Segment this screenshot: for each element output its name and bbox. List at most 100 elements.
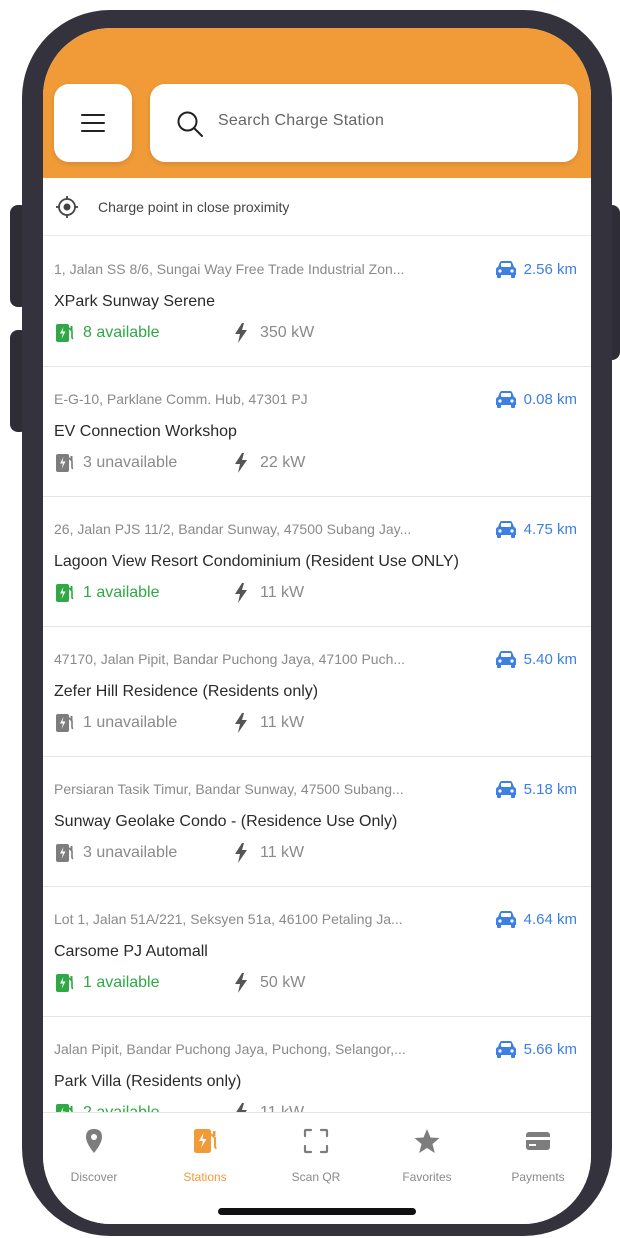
station-distance: 2.56 km (494, 259, 577, 279)
tab-payments[interactable]: Payments (483, 1113, 591, 1193)
station-distance: 4.64 km (494, 909, 577, 929)
station-address: Jalan Pipit, Bandar Puchong Jaya, Puchon… (54, 1041, 406, 1057)
proximity-label: Charge point in close proximity (98, 199, 290, 215)
app-screen: Search Charge Station Charge point in cl… (43, 28, 591, 1224)
station-name: EV Connection Workshop (54, 423, 237, 440)
station-list-item[interactable]: E-G-10, Parklane Comm. Hub, 47301 PJ 0.0… (43, 367, 591, 497)
car-icon (495, 261, 516, 278)
power-value: 22 kW (260, 454, 306, 471)
location-target-icon (56, 196, 78, 218)
station-distance: 5.18 km (494, 779, 577, 799)
app-header: Search Charge Station (43, 28, 591, 178)
bolt-icon (235, 973, 247, 993)
charger-icon (56, 324, 74, 342)
availability-label: 1 unavailable (83, 714, 178, 731)
station-distance: 4.75 km (494, 519, 577, 539)
power-value: 50 kW (260, 974, 306, 991)
tab-label: Favorites (402, 1170, 452, 1184)
distance-value: 4.64 km (523, 910, 577, 928)
availability-status: 1 unavailable (55, 713, 177, 733)
availability-status: 3 unavailable (55, 843, 177, 863)
station-list[interactable]: 1, Jalan SS 8/6, Sungai Way Free Trade I… (43, 237, 591, 1112)
car-icon (495, 391, 516, 408)
car-icon (495, 651, 516, 668)
availability-status: 1 available (55, 583, 160, 603)
station-address: 1, Jalan SS 8/6, Sungai Way Free Trade I… (54, 261, 405, 277)
station-list-item[interactable]: 1, Jalan SS 8/6, Sungai Way Free Trade I… (43, 237, 591, 367)
tab-favorites[interactable]: Favorites (372, 1113, 482, 1193)
station-name: Zefer Hill Residence (Residents only) (54, 683, 319, 700)
distance-value: 4.75 km (523, 520, 577, 538)
power-value: 11 kW (260, 714, 305, 731)
power-value: 350 kW (260, 324, 315, 341)
station-distance: 5.40 km (494, 649, 577, 669)
charger-icon (56, 714, 74, 732)
distance-value: 0.08 km (523, 390, 577, 408)
availability-label: 3 unavailable (83, 454, 178, 471)
power-rating: 11 kW (234, 583, 304, 603)
bolt-icon (235, 583, 247, 603)
station-address: Lot 1, Jalan 51A/221, Seksyen 51a, 46100… (54, 911, 403, 927)
availability-status: 8 available (55, 323, 160, 343)
bolt-icon (236, 1103, 247, 1112)
availability-label: 1 available (83, 584, 160, 601)
distance-value: 2.56 km (523, 260, 577, 278)
menu-icon-line (81, 130, 105, 132)
tab-label: Discover (70, 1170, 118, 1184)
tab-label: Scan QR (291, 1170, 341, 1184)
bolt-icon (235, 713, 247, 733)
search-input[interactable]: Search Charge Station (150, 84, 578, 162)
charger-icon (56, 584, 74, 602)
station-distance: 5.66 km (494, 1039, 577, 1059)
star-icon (414, 1129, 440, 1153)
bolt-icon (235, 843, 247, 863)
car-icon (495, 1041, 516, 1058)
tab-discover[interactable]: Discover (43, 1113, 149, 1193)
station-list-item[interactable]: Lot 1, Jalan 51A/221, Seksyen 51a, 46100… (43, 887, 591, 1017)
menu-button[interactable] (54, 84, 132, 162)
power-rating: 22 kW (234, 453, 305, 473)
bottom-tab-bar: Discover Stations Scan QR Favorites Paym… (43, 1112, 591, 1224)
station-address: 26, Jalan PJS 11/2, Bandar Sunway, 47500… (54, 521, 412, 537)
distance-value: 5.66 km (523, 1040, 577, 1058)
home-indicator (218, 1208, 416, 1215)
availability-status: 1 available (55, 973, 160, 993)
power-rating: 350 kW (234, 323, 314, 343)
availability-status: 2 available (55, 1103, 160, 1112)
bolt-icon (235, 323, 247, 343)
menu-icon-line (81, 122, 105, 124)
card-icon (526, 1132, 550, 1150)
availability-status: 3 unavailable (55, 453, 177, 473)
menu-icon-line (81, 114, 105, 116)
proximity-filter[interactable]: Charge point in close proximity (43, 178, 591, 236)
station-list-item[interactable]: 47170, Jalan Pipit, Bandar Puchong Jaya,… (43, 627, 591, 757)
tab-label: Payments (511, 1170, 565, 1184)
tab-scan-qr[interactable]: Scan QR (261, 1113, 371, 1193)
car-icon (495, 521, 516, 538)
power-rating: 50 kW (234, 973, 305, 993)
power-rating: 11 kW (234, 843, 304, 863)
station-address: Persiaran Tasik Timur, Bandar Sunway, 47… (54, 781, 404, 797)
station-name: Lagoon View Resort Condominium (Resident… (54, 553, 459, 570)
station-list-item[interactable]: Jalan Pipit, Bandar Puchong Jaya, Puchon… (43, 1017, 591, 1112)
power-rating: 11 kW (234, 713, 304, 733)
distance-value: 5.40 km (523, 650, 577, 668)
availability-label: 8 available (83, 324, 160, 341)
station-list-item[interactable]: Persiaran Tasik Timur, Bandar Sunway, 47… (43, 757, 591, 887)
power-value: 11 kW (260, 584, 305, 601)
car-icon (495, 781, 516, 798)
availability-label: 2 available (83, 1104, 160, 1112)
charger-icon (194, 1129, 217, 1153)
availability-label: 1 available (83, 974, 160, 991)
tab-stations[interactable]: Stations (150, 1113, 260, 1193)
station-address: 47170, Jalan Pipit, Bandar Puchong Jaya,… (54, 651, 406, 667)
charger-icon (56, 974, 74, 992)
station-name: Park Villa (Residents only) (54, 1073, 242, 1090)
station-name: XPark Sunway Serene (54, 293, 215, 310)
charger-icon (56, 454, 74, 472)
station-list-item[interactable]: 26, Jalan PJS 11/2, Bandar Sunway, 47500… (43, 497, 591, 627)
search-placeholder: Search Charge Station (218, 112, 385, 129)
station-address: E-G-10, Parklane Comm. Hub, 47301 PJ (54, 391, 308, 407)
station-distance: 0.08 km (494, 389, 577, 409)
distance-value: 5.18 km (523, 780, 577, 798)
